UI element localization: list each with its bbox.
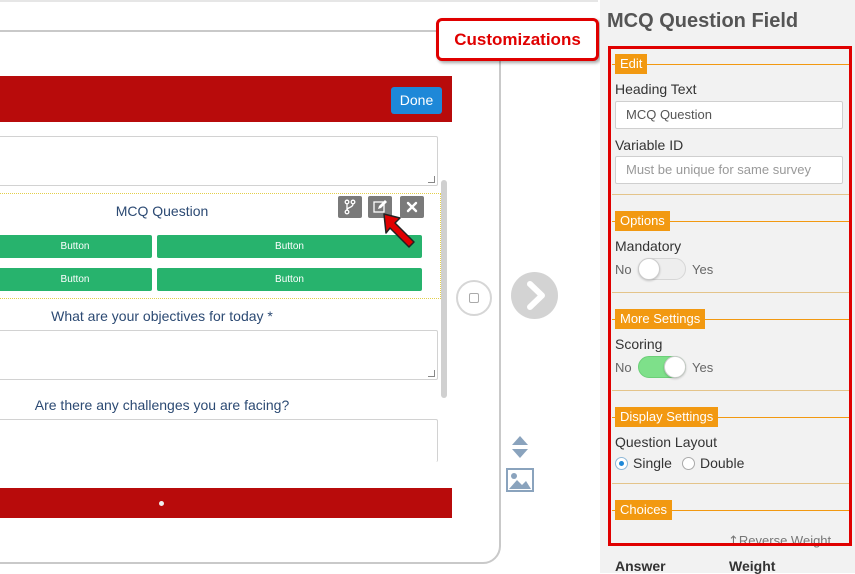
preview-scrollbar[interactable] [441,180,447,398]
home-icon [469,293,479,303]
chevron-right-icon [527,281,545,310]
panel-title: MCQ Question Field [607,10,799,32]
resize-grip-icon[interactable] [428,370,435,377]
survey-header-bar [0,76,452,122]
move-up-down-icon[interactable] [509,435,531,459]
question-objectives-label: What are your objectives for today * [51,308,273,324]
pointer-arrow-icon [383,213,415,248]
choice-button[interactable]: Button [157,268,422,291]
image-icon[interactable] [506,468,534,492]
survey-footer-bar [0,488,452,518]
done-button[interactable]: Done [391,87,442,114]
branch-icon[interactable] [338,196,362,218]
weight-column-header: Weight [729,558,776,574]
challenges-textarea[interactable] [0,419,438,462]
customizations-highlight [608,46,852,546]
choice-button[interactable]: Button [0,235,152,258]
objectives-textarea[interactable] [0,330,438,380]
next-button[interactable] [511,272,558,319]
customizations-callout: Customizations [436,18,599,61]
question-challenges-label: Are there any challenges you are facing? [34,397,290,413]
page-indicator-dot [159,501,164,506]
choice-button[interactable]: Button [0,268,152,291]
top-divider [0,0,598,2]
answer-textarea[interactable] [0,136,438,186]
answer-column-header: Answer [615,558,666,574]
mcq-question-title: MCQ Question [115,203,209,219]
resize-grip-icon[interactable] [428,176,435,183]
home-button[interactable] [456,280,492,316]
